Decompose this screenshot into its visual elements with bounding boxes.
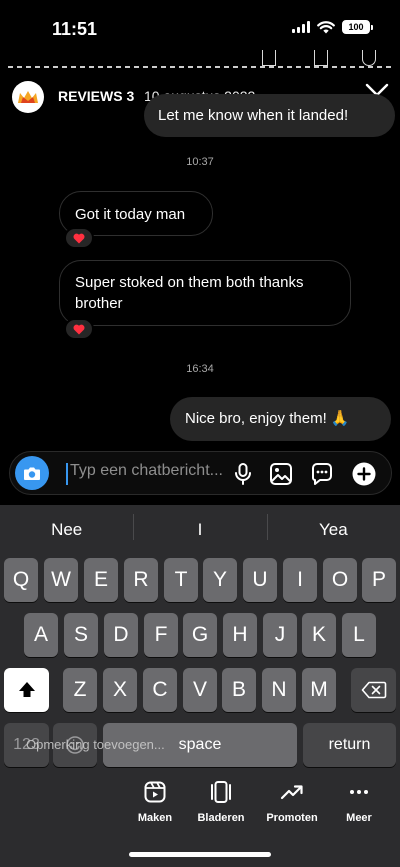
message-text: Let me know when it landed! bbox=[158, 107, 349, 124]
key-d[interactable]: D bbox=[104, 613, 138, 657]
status-icons: 100 bbox=[292, 20, 373, 34]
camera-icon[interactable] bbox=[15, 456, 49, 490]
key-v[interactable]: V bbox=[183, 668, 217, 712]
predictive-suggestions: Nee I Yea bbox=[0, 505, 400, 555]
bottom-bar-label: Maken bbox=[137, 812, 173, 824]
key-g[interactable]: G bbox=[183, 613, 217, 657]
key-l[interactable]: L bbox=[342, 613, 376, 657]
avatar[interactable] bbox=[12, 81, 44, 113]
trending-icon bbox=[280, 785, 303, 800]
status-time: 11:51 bbox=[52, 19, 98, 39]
heart-reaction-icon bbox=[73, 324, 85, 334]
message-timestamp: 10:37 bbox=[186, 156, 214, 168]
key-u[interactable]: U bbox=[243, 558, 277, 602]
message-outgoing[interactable]: Let me know when it landed! bbox=[144, 94, 395, 137]
sticker-icon[interactable] bbox=[309, 461, 335, 487]
bottom-bar-label: Meer bbox=[346, 812, 372, 824]
key-w[interactable]: W bbox=[44, 558, 78, 602]
key-c[interactable]: C bbox=[143, 668, 177, 712]
key-m[interactable]: M bbox=[302, 668, 336, 712]
bladeren-button[interactable]: Bladeren bbox=[186, 780, 256, 824]
message-incoming[interactable]: Super stoked on them both thanks brother bbox=[59, 260, 351, 326]
reels-icon bbox=[144, 781, 166, 803]
message-composer: Typ een chatbericht... bbox=[9, 451, 392, 495]
return-key[interactable]: return bbox=[303, 723, 396, 767]
delete-key[interactable] bbox=[351, 668, 396, 712]
suggestion-item[interactable]: I bbox=[133, 514, 266, 540]
message-timestamp: 16:34 bbox=[186, 363, 214, 375]
carousel-icon bbox=[211, 781, 231, 803]
wifi-icon bbox=[317, 20, 335, 34]
key-j[interactable]: J bbox=[263, 613, 297, 657]
key-e[interactable]: E bbox=[84, 558, 118, 602]
caption-hint: Opmerking toevoegen... bbox=[26, 737, 165, 752]
key-y[interactable]: Y bbox=[203, 558, 237, 602]
battery-icon: 100 bbox=[342, 20, 373, 34]
key-k[interactable]: K bbox=[302, 613, 336, 657]
gallery-icon[interactable] bbox=[268, 461, 294, 487]
suggestion-item[interactable]: Yea bbox=[266, 514, 400, 540]
promoten-button[interactable]: Promoten bbox=[257, 780, 327, 824]
story-action-bar: Maken Bladeren Promoten Meer bbox=[120, 780, 400, 835]
key-s[interactable]: S bbox=[64, 613, 98, 657]
suggestion-item[interactable]: Nee bbox=[0, 520, 133, 540]
key-f[interactable]: F bbox=[144, 613, 178, 657]
message-text: Super stoked on them both thanks brother bbox=[75, 274, 304, 312]
bottom-bar-label: Promoten bbox=[266, 812, 318, 824]
maken-button[interactable]: Maken bbox=[120, 780, 190, 824]
message-text: Got it today man bbox=[75, 206, 186, 223]
key-h[interactable]: H bbox=[223, 613, 257, 657]
key-z[interactable]: Z bbox=[63, 668, 97, 712]
shift-icon bbox=[18, 682, 35, 697]
key-n[interactable]: N bbox=[262, 668, 296, 712]
text-caret bbox=[66, 463, 68, 485]
more-icon bbox=[350, 790, 368, 794]
message-text: Nice bro, enjoy them! 🙏 bbox=[185, 410, 350, 427]
message-input[interactable]: Typ een chatbericht... bbox=[70, 462, 240, 480]
key-q[interactable]: Q bbox=[4, 558, 38, 602]
key-t[interactable]: T bbox=[164, 558, 198, 602]
key-p[interactable]: P bbox=[362, 558, 396, 602]
message-outgoing[interactable]: Nice bro, enjoy them! 🙏 bbox=[170, 397, 391, 441]
cellular-signal-icon bbox=[292, 21, 310, 33]
bottom-bar-label: Bladeren bbox=[197, 812, 245, 824]
add-icon[interactable] bbox=[351, 461, 377, 487]
key-b[interactable]: B bbox=[222, 668, 256, 712]
message-reaction[interactable] bbox=[64, 318, 94, 340]
story-account-name[interactable]: REVIEWS 3 bbox=[58, 88, 134, 104]
message-reaction[interactable] bbox=[64, 227, 94, 249]
key-a[interactable]: A bbox=[24, 613, 58, 657]
shift-key[interactable] bbox=[4, 668, 49, 712]
meer-button[interactable]: Meer bbox=[324, 780, 394, 824]
home-indicator[interactable] bbox=[129, 852, 271, 857]
key-x[interactable]: X bbox=[103, 668, 137, 712]
story-progress-bar bbox=[8, 66, 392, 68]
key-o[interactable]: O bbox=[323, 558, 357, 602]
key-i[interactable]: I bbox=[283, 558, 317, 602]
heart-reaction-icon bbox=[73, 233, 85, 243]
backspace-icon bbox=[361, 681, 386, 699]
microphone-icon[interactable] bbox=[230, 461, 256, 487]
key-r[interactable]: R bbox=[124, 558, 158, 602]
